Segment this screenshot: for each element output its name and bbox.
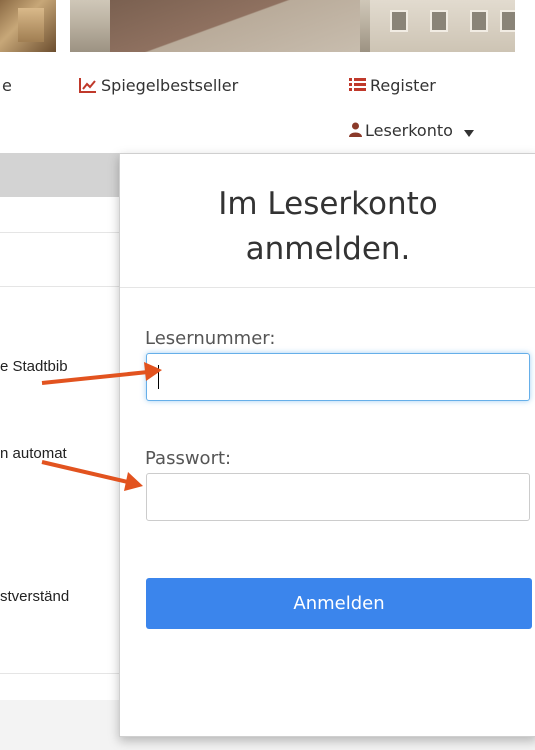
- caret-down-icon: [464, 122, 475, 141]
- nav-item-spiegelbestseller-label: Spiegelbestseller: [101, 76, 239, 95]
- login-title-line2: anmelden.: [245, 231, 411, 267]
- anmelden-button[interactable]: Anmelden: [146, 578, 532, 629]
- page-text-line: stverständ: [0, 588, 70, 605]
- leserkonto-dropdown-toggle[interactable]: Leserkonto: [349, 121, 475, 141]
- login-dropdown-panel: Im Leserkonto anmelden. Lesernummer: Pas…: [119, 153, 535, 737]
- nav-item-register-label: Register: [370, 76, 436, 95]
- list-icon: [349, 77, 366, 96]
- nav-item-partial[interactable]: e: [2, 76, 12, 95]
- passwort-label: Passwort:: [145, 448, 232, 469]
- lesernummer-input[interactable]: [146, 353, 530, 401]
- nav-item-partial-label: e: [2, 76, 12, 95]
- nav-item-register[interactable]: Register: [349, 76, 436, 96]
- login-title-line1: Im Leserkonto: [218, 186, 438, 222]
- passwort-input[interactable]: [146, 473, 530, 521]
- header-photo-building: [70, 0, 515, 52]
- line-chart-icon: [79, 77, 97, 97]
- login-title: Im Leserkonto anmelden.: [120, 182, 535, 272]
- panel-divider: [120, 287, 535, 288]
- page-text-line: n automat: [0, 445, 67, 462]
- user-icon: [349, 122, 362, 141]
- text-caret: [158, 365, 159, 389]
- lesernummer-label: Lesernummer:: [145, 328, 276, 349]
- anmelden-button-label: Anmelden: [293, 593, 385, 614]
- nav-item-spiegelbestseller[interactable]: Spiegelbestseller: [79, 76, 238, 97]
- header-photo-left: [0, 0, 56, 52]
- leserkonto-label: Leserkonto: [365, 121, 453, 140]
- page-text-line: e Stadtbib: [0, 358, 68, 375]
